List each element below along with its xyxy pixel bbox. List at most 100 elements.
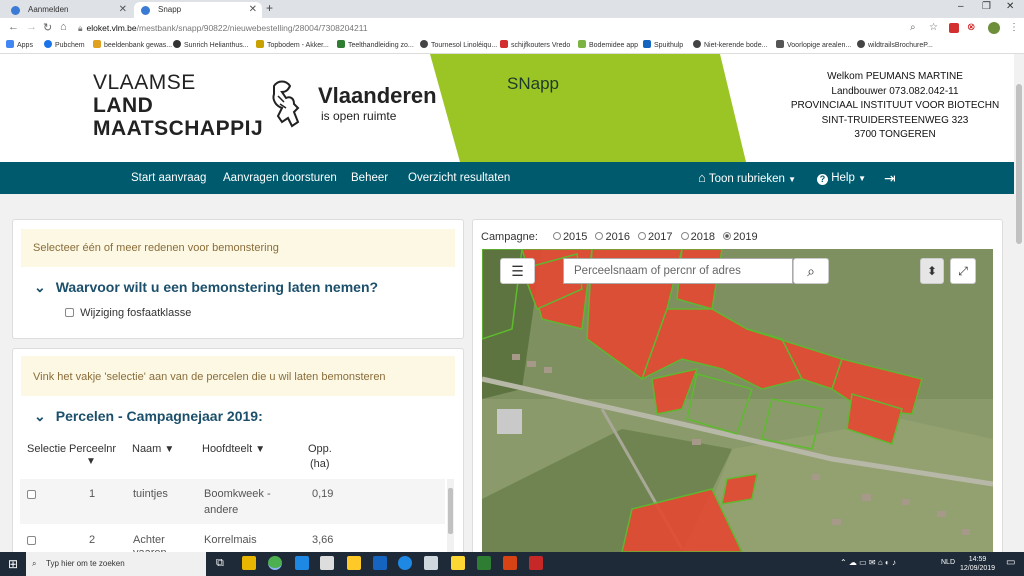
location-button[interactable]: ⬍	[920, 258, 944, 284]
checkbox[interactable]	[65, 308, 74, 317]
radio-button-selected[interactable]	[723, 232, 732, 240]
filter-icon[interactable]: ▼	[86, 456, 96, 467]
tray-icons[interactable]: ⌃ ☁ ▭ ✉ ⌂ ◐ ♪	[840, 558, 896, 567]
radio-2019[interactable]: 2019	[723, 231, 758, 243]
radio-2015[interactable]: 2015	[552, 231, 587, 243]
back-icon[interactable]: ←	[8, 21, 19, 33]
filter-icon[interactable]: ▼	[164, 444, 174, 455]
nav-aanvragen-doorsturen[interactable]: Aanvragen doorsturen	[223, 162, 337, 194]
nav-beheer[interactable]: Beheer	[351, 162, 388, 194]
fullscreen-button[interactable]: ⤢	[950, 258, 976, 284]
col-label: Hoofdteelt	[202, 443, 253, 455]
col-perceelnr[interactable]: Perceelnr	[69, 443, 116, 455]
chrome-icon[interactable]	[268, 556, 282, 570]
radio-2016[interactable]: 2016	[595, 231, 630, 243]
radio-2017[interactable]: 2017	[638, 231, 673, 243]
avatar[interactable]	[988, 22, 1000, 34]
tab-aanmelden[interactable]: Aanmelden ✕	[4, 2, 132, 18]
col-opp[interactable]: Opp.	[308, 443, 332, 455]
reload-icon[interactable]: ↻	[43, 21, 52, 34]
close-window-icon[interactable]: ✕	[1006, 1, 1014, 12]
file-explorer-icon[interactable]	[242, 556, 256, 570]
checkbox[interactable]	[27, 490, 36, 499]
table-scroll-thumb[interactable]	[448, 488, 453, 534]
task-view-icon[interactable]: ⧉	[216, 557, 224, 570]
edge-icon[interactable]	[295, 556, 309, 570]
bookmark-label: Sunrich Helianthus...	[184, 42, 249, 49]
zoom-icon[interactable]: ⌕	[910, 22, 916, 33]
bookmark-apps[interactable]: Apps	[6, 40, 33, 52]
acrobat-icon[interactable]	[529, 556, 543, 570]
clock[interactable]: 14:59 12/09/2019	[960, 555, 995, 573]
bookmark-item[interactable]: wildtrailsBrochureP...	[857, 40, 933, 52]
bookmark-item[interactable]: beeldenbank gewas...	[93, 40, 172, 52]
radio-2018[interactable]: 2018	[680, 231, 715, 243]
notifications-icon[interactable]: ▭	[1006, 557, 1015, 568]
reasons-section-header[interactable]: ⌄ Waarvoor wilt u een bemonstering laten …	[34, 279, 378, 296]
store-icon[interactable]	[320, 556, 334, 570]
table-scrollbar[interactable]	[447, 479, 454, 552]
app-icon[interactable]	[424, 556, 438, 570]
tab-snapp[interactable]: Snapp ✕	[134, 2, 262, 18]
bookmark-item[interactable]: Niet-kerende bode...	[693, 40, 767, 52]
powerpoint-icon[interactable]	[503, 556, 517, 570]
bookmark-item[interactable]: Bodemidee app	[578, 40, 638, 52]
site-header: VLAAMSE LAND MAATSCHAPPIJ Vlaanderen is …	[0, 54, 1014, 162]
radio-button[interactable]	[680, 232, 689, 240]
language-indicator[interactable]: NLD	[941, 559, 955, 566]
nav-overzicht-resultaten[interactable]: Overzicht resultaten	[408, 162, 510, 194]
extension-icon[interactable]	[949, 23, 959, 33]
bookmark-item[interactable]: Spuithulp	[643, 40, 683, 52]
col-hoofdteelt[interactable]: Hoofdteelt ▼	[202, 443, 265, 455]
parcel-map[interactable]: ☰ ⬍ ⤢	[482, 249, 993, 552]
vlm-logo[interactable]: VLAAMSE LAND MAATSCHAPPIJ	[93, 71, 263, 140]
parcels-section-header[interactable]: ⌄ Percelen - Campagnejaar 2019:	[34, 408, 263, 425]
windows-start-icon[interactable]: ⊞	[8, 557, 18, 571]
radio-button[interactable]	[638, 232, 647, 240]
radio-button[interactable]	[552, 232, 561, 240]
map-search-input[interactable]: Perceelsnaam of percnr of adres	[563, 258, 793, 284]
new-tab-icon[interactable]: +	[266, 1, 273, 15]
app-icon[interactable]	[451, 556, 465, 570]
row-checkbox[interactable]	[27, 489, 36, 501]
bookmark-label: Teelthandleiding zo...	[348, 42, 414, 49]
bookmark-star-icon[interactable]: ☆	[929, 22, 938, 33]
filter-icon[interactable]: ▼	[255, 444, 265, 455]
bookmark-item[interactable]: Topbodem - Akker...	[256, 40, 329, 52]
col-naam[interactable]: Naam ▼	[132, 443, 174, 455]
close-tab-icon[interactable]: ✕	[249, 2, 257, 18]
maximize-icon[interactable]: ❐	[982, 1, 991, 12]
radio-button[interactable]	[595, 232, 604, 240]
bookmark-item[interactable]: Teelthandleiding zo...	[337, 40, 414, 52]
table-row[interactable]	[20, 479, 445, 524]
map-search-button[interactable]: ⌕	[793, 258, 829, 284]
row-checkbox[interactable]	[27, 535, 36, 547]
forward-icon[interactable]: →	[26, 21, 37, 33]
url-field[interactable]: 🔒︎ eloket.vlm.be/mestbank/snapp/90822/nie…	[78, 21, 368, 35]
layers-list-button[interactable]: ☰	[500, 258, 535, 284]
bookmark-item[interactable]: Voorlopige arealen...	[776, 40, 851, 52]
col-selectie[interactable]: Selectie	[27, 443, 66, 455]
logout-icon[interactable]: ⇥	[884, 162, 896, 194]
nav-help[interactable]: ? Help ▼	[817, 162, 866, 195]
taskbar-search[interactable]: ⌕ Typ hier om te zoeken	[26, 552, 206, 576]
minimize-icon[interactable]: –	[958, 1, 964, 12]
bookmark-item[interactable]: schijfkouters Vredo	[500, 40, 570, 52]
page-scroll-thumb[interactable]	[1016, 84, 1022, 244]
option-wijziging-fosfaatklasse[interactable]: Wijziging fosfaatklasse	[65, 307, 191, 319]
bookmark-item[interactable]: Sunrich Helianthus...	[173, 40, 249, 52]
bookmark-item[interactable]: Pubchem	[44, 40, 85, 52]
bookmark-item[interactable]: Tournesol Linoléiqu...	[420, 40, 497, 52]
nav-start-aanvraag[interactable]: Start aanvraag	[131, 162, 206, 194]
extension-icon[interactable]: ⊗	[967, 22, 975, 33]
nav-toon-rubrieken[interactable]: ⌂ Toon rubrieken ▼	[698, 162, 796, 196]
excel-icon[interactable]	[477, 556, 491, 570]
home-icon[interactable]: ⌂	[60, 21, 67, 33]
page-scrollbar[interactable]	[1014, 54, 1024, 552]
menu-icon[interactable]: ⋮	[1009, 22, 1019, 33]
outlook-icon[interactable]	[373, 556, 387, 570]
close-tab-icon[interactable]: ✕	[119, 2, 127, 18]
checkbox[interactable]	[27, 536, 36, 545]
app-icon[interactable]	[398, 556, 412, 570]
app-icon[interactable]	[347, 556, 361, 570]
